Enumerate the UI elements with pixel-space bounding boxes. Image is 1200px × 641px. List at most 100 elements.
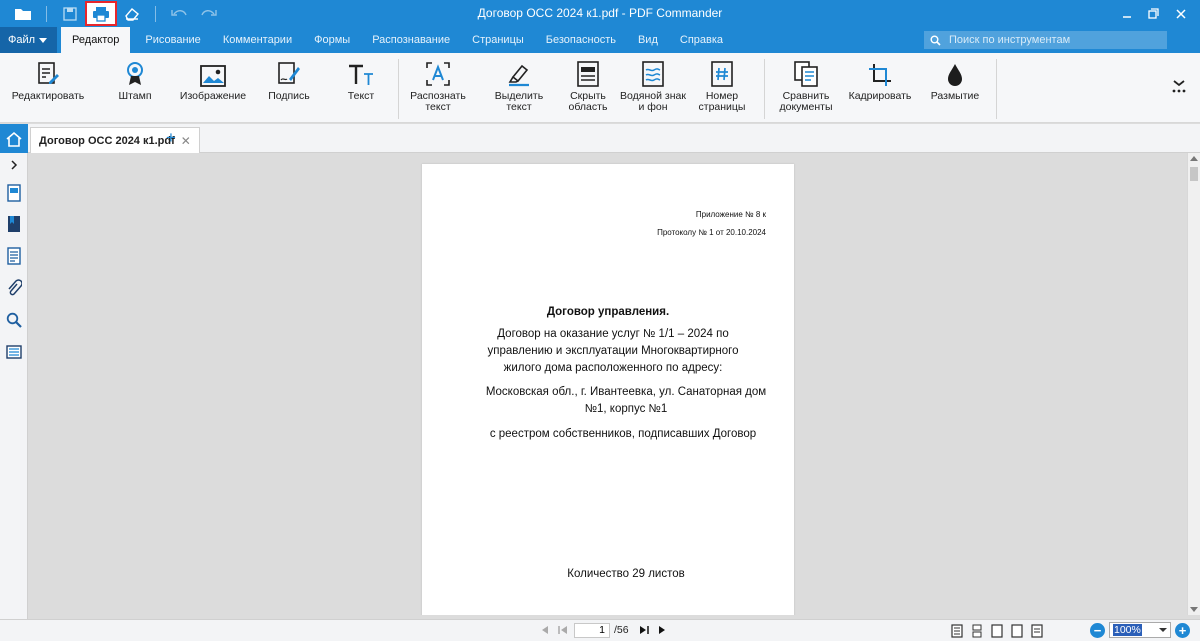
stamp-button[interactable]: Штамп [112, 53, 158, 123]
document-list-icon [7, 247, 21, 265]
tab-security[interactable]: Безопасность [535, 27, 627, 53]
triangle-left-icon [542, 626, 548, 634]
last-page-button[interactable] [655, 622, 669, 638]
thumbnails-button[interactable] [5, 183, 23, 203]
signature-icon [278, 62, 300, 84]
tab-forms[interactable]: Формы [303, 27, 361, 53]
left-sidebar [0, 153, 28, 641]
page-number-button[interactable]: Номер страницы [694, 53, 750, 123]
stamp-icon [127, 62, 143, 85]
single-page-view-button[interactable] [950, 623, 964, 638]
tool-search-input[interactable] [949, 34, 1159, 46]
ribbon-separator [398, 59, 399, 119]
fit-width-button[interactable] [1030, 623, 1044, 638]
crop-button[interactable]: Кадрировать [846, 53, 914, 123]
eraser-button[interactable] [117, 1, 147, 26]
form-fields-icon [6, 345, 22, 359]
next-page-button[interactable] [637, 622, 651, 638]
stamp-label: Штамп [118, 90, 152, 102]
file-menu-button[interactable]: Файл [0, 27, 58, 53]
compare-documents-button[interactable]: Сравнить документы [774, 53, 838, 123]
toolbar-separator [46, 5, 47, 22]
minimize-button[interactable] [1113, 0, 1140, 27]
redo-icon [201, 9, 217, 16]
title-bar: Договор ОСС 2024 к1.pdf - PDF Commander [0, 0, 1200, 27]
print-button[interactable] [85, 1, 117, 26]
chevron-right-icon [11, 160, 18, 170]
eraser-icon [125, 7, 139, 21]
save-button[interactable] [55, 1, 85, 26]
page-count-text: Количество 29 листов [567, 568, 685, 580]
image-label: Изображение [179, 90, 247, 102]
zoom-out-button[interactable]: − [1090, 622, 1105, 638]
fit-page-icon [1031, 623, 1043, 638]
page-navigation: /56 [538, 622, 669, 638]
blur-button[interactable]: Размытие [924, 53, 986, 123]
attachments-button[interactable] [5, 278, 23, 298]
watermark-button[interactable]: Водяной знак и фон [616, 53, 690, 123]
chevron-down-icon [39, 37, 48, 43]
crop-icon [869, 64, 891, 86]
save-icon [63, 6, 77, 21]
home-button[interactable] [0, 124, 28, 153]
ribbon-separator [996, 59, 997, 119]
close-button[interactable] [1167, 0, 1194, 27]
blur-icon [948, 64, 962, 86]
redact-area-button[interactable]: Скрыть область [560, 53, 616, 123]
bookmarks-button[interactable] [5, 214, 23, 234]
ribbon-more-button[interactable] [1172, 79, 1186, 98]
restore-button[interactable] [1140, 0, 1167, 27]
first-page-button[interactable] [538, 622, 552, 638]
two-page-view-button[interactable] [990, 623, 1004, 638]
edit-button[interactable]: Редактировать [8, 53, 88, 123]
outline-button[interactable] [5, 246, 23, 266]
ribbon-toolbar: Редактировать Штамп Изображение Подпись … [0, 53, 1200, 123]
two-page-continuous-button[interactable] [1010, 623, 1024, 638]
scroll-up-arrow[interactable] [1190, 156, 1198, 161]
undo-button[interactable] [164, 1, 194, 26]
tab-editor[interactable]: Редактор [61, 27, 131, 53]
search-icon [930, 35, 941, 46]
expand-sidebar-button[interactable] [5, 155, 23, 175]
vertical-scrollbar[interactable] [1187, 153, 1200, 615]
zoom-in-button[interactable]: + [1175, 622, 1190, 638]
total-pages: /56 [614, 624, 629, 636]
quick-access-toolbar [0, 0, 224, 27]
single-page-icon [951, 623, 963, 638]
scroll-thumb[interactable] [1190, 167, 1198, 181]
home-icon [6, 131, 22, 147]
magnifier-icon [6, 312, 22, 328]
open-folder-button[interactable] [8, 1, 38, 26]
compare-documents-label: Сравнить документы [779, 90, 833, 113]
forms-panel-button[interactable] [5, 342, 23, 362]
redact-icon [577, 61, 599, 87]
current-page-input[interactable] [574, 622, 610, 638]
add-tab-button[interactable]: + [166, 128, 176, 148]
redo-button[interactable] [194, 1, 224, 26]
text-button[interactable]: Текст [340, 53, 382, 123]
close-tab-icon[interactable]: ✕ [181, 134, 191, 148]
scroll-down-arrow[interactable] [1190, 607, 1198, 612]
tab-pages[interactable]: Страницы [461, 27, 535, 53]
close-icon [1175, 8, 1186, 19]
continuous-view-button[interactable] [970, 623, 984, 638]
highlight-text-button[interactable]: Выделить текст [490, 53, 548, 123]
signature-label: Подпись [268, 90, 310, 102]
previous-page-button[interactable] [556, 622, 570, 638]
edit-document-icon [38, 62, 59, 84]
ocr-button[interactable]: Распознать текст [404, 53, 472, 123]
image-button[interactable]: Изображение [178, 53, 248, 123]
image-icon [200, 65, 226, 87]
tab-help[interactable]: Справка [669, 27, 734, 53]
search-panel-button[interactable] [5, 310, 23, 330]
registry-paragraph: с реестром собственников, подписавших До… [489, 428, 757, 440]
undo-icon [171, 9, 187, 16]
document-viewport[interactable]: Приложение № 8 к Протоколу № 1 от 20.10.… [29, 153, 1187, 615]
tab-comments[interactable]: Комментарии [212, 27, 303, 53]
highlighter-icon [508, 64, 529, 87]
tab-recognition[interactable]: Распознавание [361, 27, 461, 53]
tab-view[interactable]: Вид [627, 27, 669, 53]
signature-button[interactable]: Подпись [266, 53, 312, 123]
tab-drawing[interactable]: Рисование [134, 27, 211, 53]
zoom-level-select[interactable]: 100% [1109, 622, 1171, 638]
